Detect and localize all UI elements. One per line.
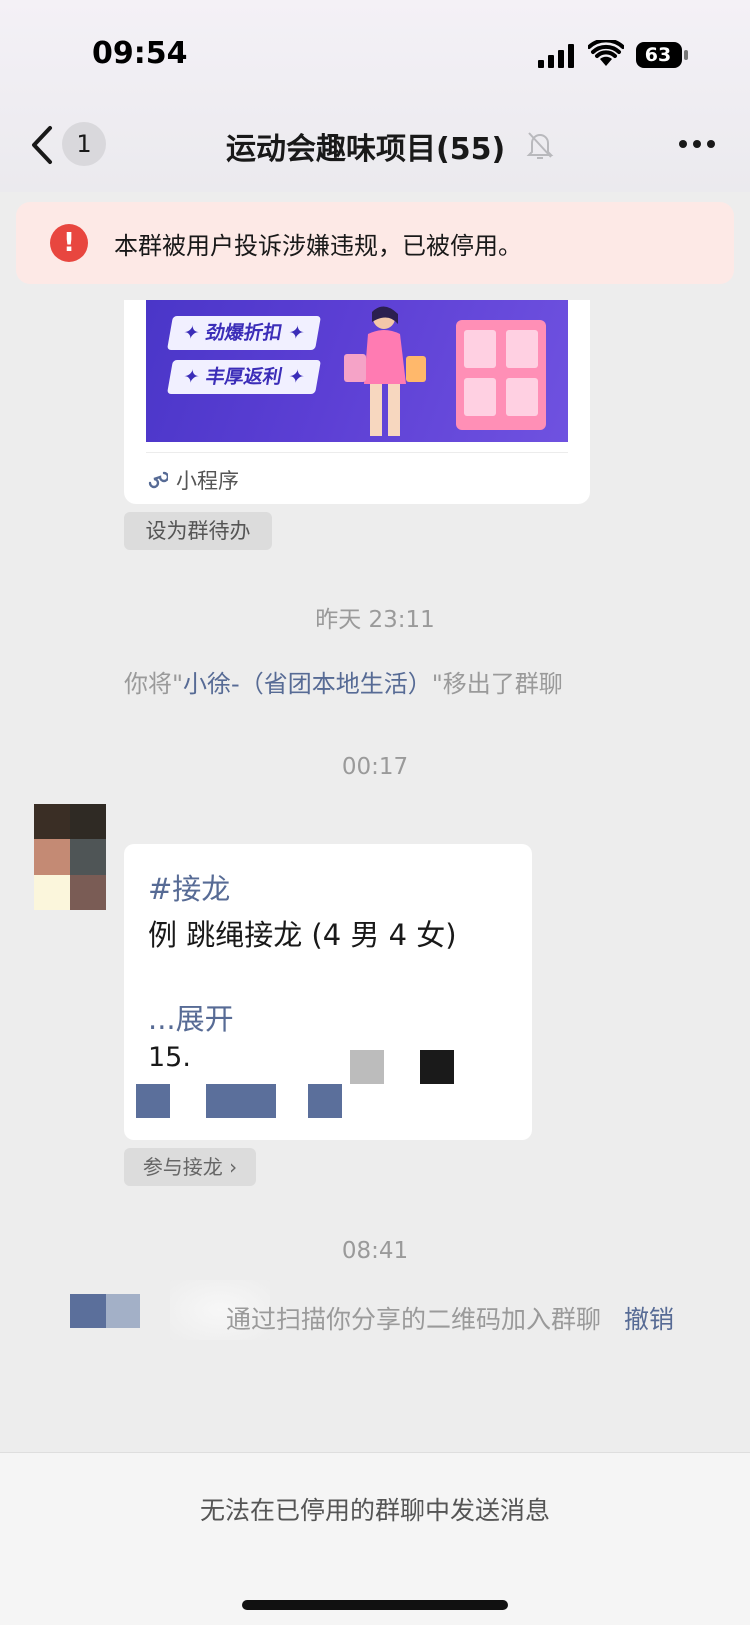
system-msg-prefix: 你将" [124,670,184,698]
message-timestamp: 08:41 [341,1238,409,1264]
promo-image: ✦ 劲爆折扣 ✦ ✦ 丰厚返利 ✦ [146,300,568,442]
system-message-removed: 你将"小徐-（省团本地生活）"移出了群聊 [124,664,563,699]
chat-header: 1 运动会趣味项目(55) [0,100,750,192]
chat-title: 运动会趣味项目(55) [226,132,506,167]
warning-text: 本群被用户投诉涉嫌违规，已被停用。 [114,232,522,260]
joined-member-avatar [106,1294,140,1328]
expand-link[interactable]: ...展开 [148,996,234,1038]
warning-icon: ! [50,224,88,262]
pixelated-block [308,1084,342,1118]
pixelated-block [206,1084,276,1118]
solitaire-message-bubble[interactable]: #接龙 例 跳绳接龙 (4 男 4 女) ...展开 15. [124,844,532,1140]
mute-bell-icon [526,132,554,159]
wifi-icon [588,40,624,66]
back-chevron-icon[interactable] [28,124,56,166]
undo-link[interactable]: 撤销 [624,1300,674,1336]
shop-windows-illustration [456,320,546,430]
shopper-illustration [344,306,426,436]
promo-tag: ✦ 丰厚返利 ✦ [167,360,321,394]
scan-join-notice: 通过扫描你分享的二维码加入群聊 [226,1305,602,1334]
battery-level: 63 [644,44,672,66]
message-timestamp: 昨天 23:11 [315,607,435,633]
group-disabled-banner: ! 本群被用户投诉涉嫌违规，已被停用。 [16,202,734,284]
message-timestamp: 00:17 [341,754,409,780]
disabled-note: 无法在已停用的群聊中发送消息 [199,1496,550,1525]
solitaire-example: 例 跳绳接龙 (4 男 4 女) [148,918,457,952]
mini-program-card[interactable]: ✦ 劲爆折扣 ✦ ✦ 丰厚返利 ✦ 小程序 [124,300,590,504]
card-footer: 小程序 [146,452,568,496]
input-area-disabled: 无法在已停用的群聊中发送消息 [0,1452,750,1625]
sender-avatar[interactable] [34,804,106,910]
set-group-todo-button[interactable]: 设为群待办 [124,512,272,550]
unread-count-badge[interactable]: 1 [62,122,106,166]
pixelated-block [350,1050,384,1084]
joined-member-avatar [70,1294,106,1328]
mini-program-icon [148,471,168,489]
removed-member-link[interactable]: 小徐-（省团本地生活） [183,670,432,698]
signal-icon [538,44,574,68]
more-options-icon[interactable] [678,138,716,150]
home-indicator[interactable] [242,1600,508,1610]
join-solitaire-button[interactable]: 参与接龙 › [124,1148,256,1186]
solitaire-entry: 15. [148,1042,191,1073]
promo-tag: ✦ 劲爆折扣 ✦ [167,316,321,350]
mini-program-label: 小程序 [176,469,239,493]
system-msg-suffix: "移出了群聊 [431,670,563,698]
pixelated-block [420,1050,454,1084]
pixelated-block [136,1084,170,1118]
status-time: 09:54 [92,36,188,71]
status-bar: 09:54 63 [0,0,750,100]
solitaire-hashtag[interactable]: #接龙 [148,866,230,908]
